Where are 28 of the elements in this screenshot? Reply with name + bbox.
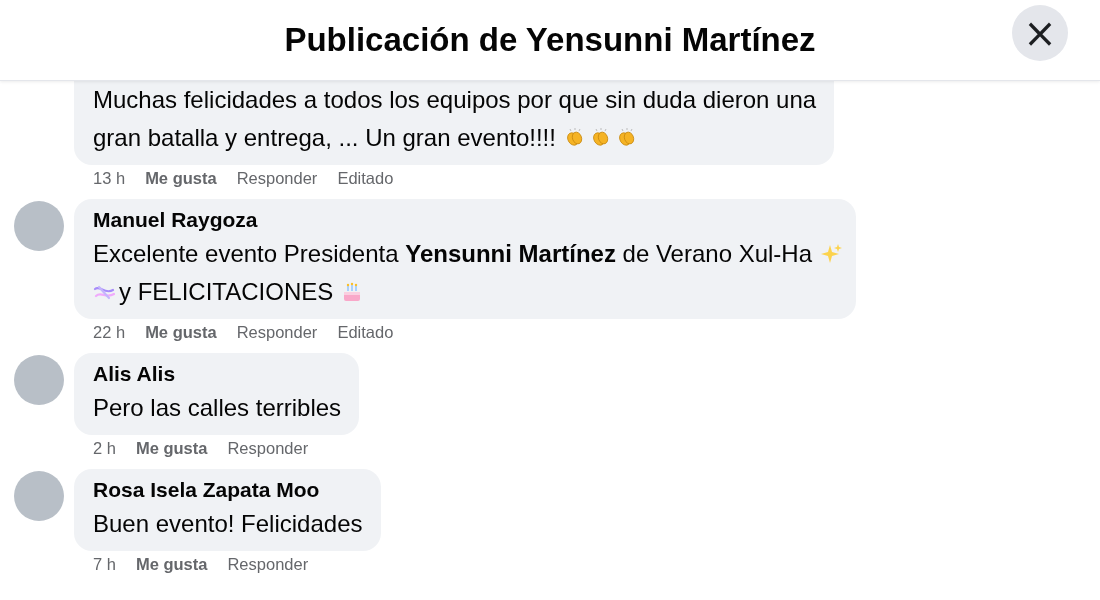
comment-text: Pero las calles terribles (93, 393, 342, 423)
edited-label: Editado (337, 322, 394, 343)
comment-text: Muchas felicidades a todos los equipos por que sin duda dieron una (93, 85, 817, 115)
reply-link[interactable]: Responder (227, 437, 309, 459)
timestamp[interactable]: 22 h (93, 321, 126, 343)
avatar-placeholder (14, 471, 64, 521)
comment-text: Excelente evento Presidenta Yensunni Martínez de Verano Xul-Ha (93, 239, 813, 269)
like-link[interactable]: Me gusta (135, 553, 208, 575)
timestamp[interactable]: 13 h (93, 167, 126, 189)
author-name[interactable]: Alis Alis (93, 359, 346, 389)
timestamp[interactable]: 7 h (93, 553, 116, 575)
comment-text: Buen evento! Felicidades (93, 509, 363, 539)
edited-label: Editado (337, 168, 394, 189)
like-link[interactable]: Me gusta (145, 167, 217, 189)
author-name[interactable]: Rosa Isela Zapata Moo (93, 475, 367, 505)
author-name[interactable]: Manuel Raygoza (93, 205, 843, 235)
timestamp[interactable]: 2 h (93, 437, 116, 459)
reply-link[interactable]: Responder (227, 553, 309, 575)
close-button[interactable]: × (1012, 5, 1068, 61)
reply-link[interactable]: Responder (236, 321, 318, 343)
like-link[interactable]: Me gusta (145, 321, 217, 343)
comment-text: y FELICITACIONES (119, 277, 334, 307)
avatar-placeholder (14, 355, 64, 405)
comment-text: gran batalla y entrega, ... Un gran evento!!!! (93, 123, 556, 153)
like-link[interactable]: Me gusta (135, 437, 208, 459)
post-title: Publicación de Yensunni Martínez (284, 21, 816, 59)
avatar-placeholder (14, 201, 64, 251)
reply-link[interactable]: Responder (236, 167, 318, 189)
